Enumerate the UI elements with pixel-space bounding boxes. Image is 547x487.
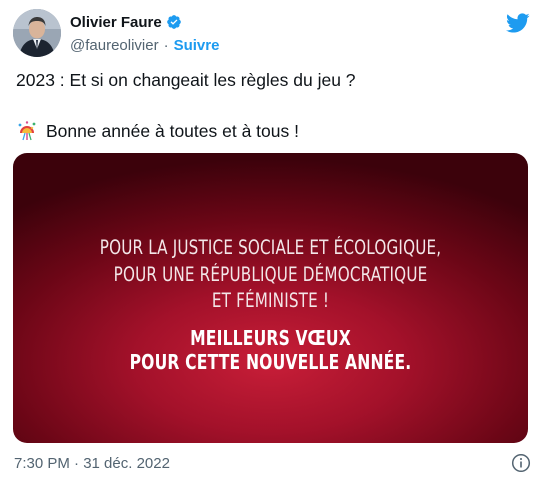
avatar[interactable] xyxy=(13,9,61,57)
tweet-timestamp[interactable]: 7:30 PM · 31 déc. 2022 xyxy=(14,455,170,472)
confetti-ball-icon xyxy=(16,120,38,142)
twitter-bird-icon[interactable] xyxy=(505,11,530,35)
author-block: Olivier Faure @faureolivier · Suivre xyxy=(70,12,219,56)
tweet-card: Olivier Faure @faureolivier · Suivre 202… xyxy=(0,0,547,487)
avatar-photo xyxy=(13,9,61,57)
author-handle[interactable]: @faureolivier xyxy=(70,37,159,54)
media-text-line-1: POUR LA JUSTICE SOCIALE ET ÉCOLOGIQUE, xyxy=(99,236,442,259)
tweet-text-line-1: 2023 : Et si on changeait les règles du … xyxy=(16,70,356,90)
media-image[interactable]: POUR LA JUSTICE SOCIALE ET ÉCOLOGIQUE, P… xyxy=(13,153,528,443)
media-text-line-4: MEILLEURS VŒUX xyxy=(190,326,351,350)
separator-dot: · xyxy=(163,36,169,54)
author-display-name[interactable]: Olivier Faure xyxy=(70,14,162,31)
verified-badge-icon xyxy=(166,14,182,30)
tweet-text-line-2: Bonne année à toutes et à tous ! xyxy=(46,120,299,141)
info-icon[interactable] xyxy=(511,453,531,473)
media-text-line-3: ET FÉMINISTE ! xyxy=(211,289,330,312)
media-text-line-5: POUR CETTE NOUVELLE ANNÉE. xyxy=(129,350,412,374)
tweet-text-line-2-row: Bonne année à toutes et à tous ! xyxy=(16,120,299,142)
follow-button[interactable]: Suivre xyxy=(174,37,220,54)
media-text-line-2: POUR UNE RÉPUBLIQUE DÉMOCRATIQUE xyxy=(113,263,428,286)
